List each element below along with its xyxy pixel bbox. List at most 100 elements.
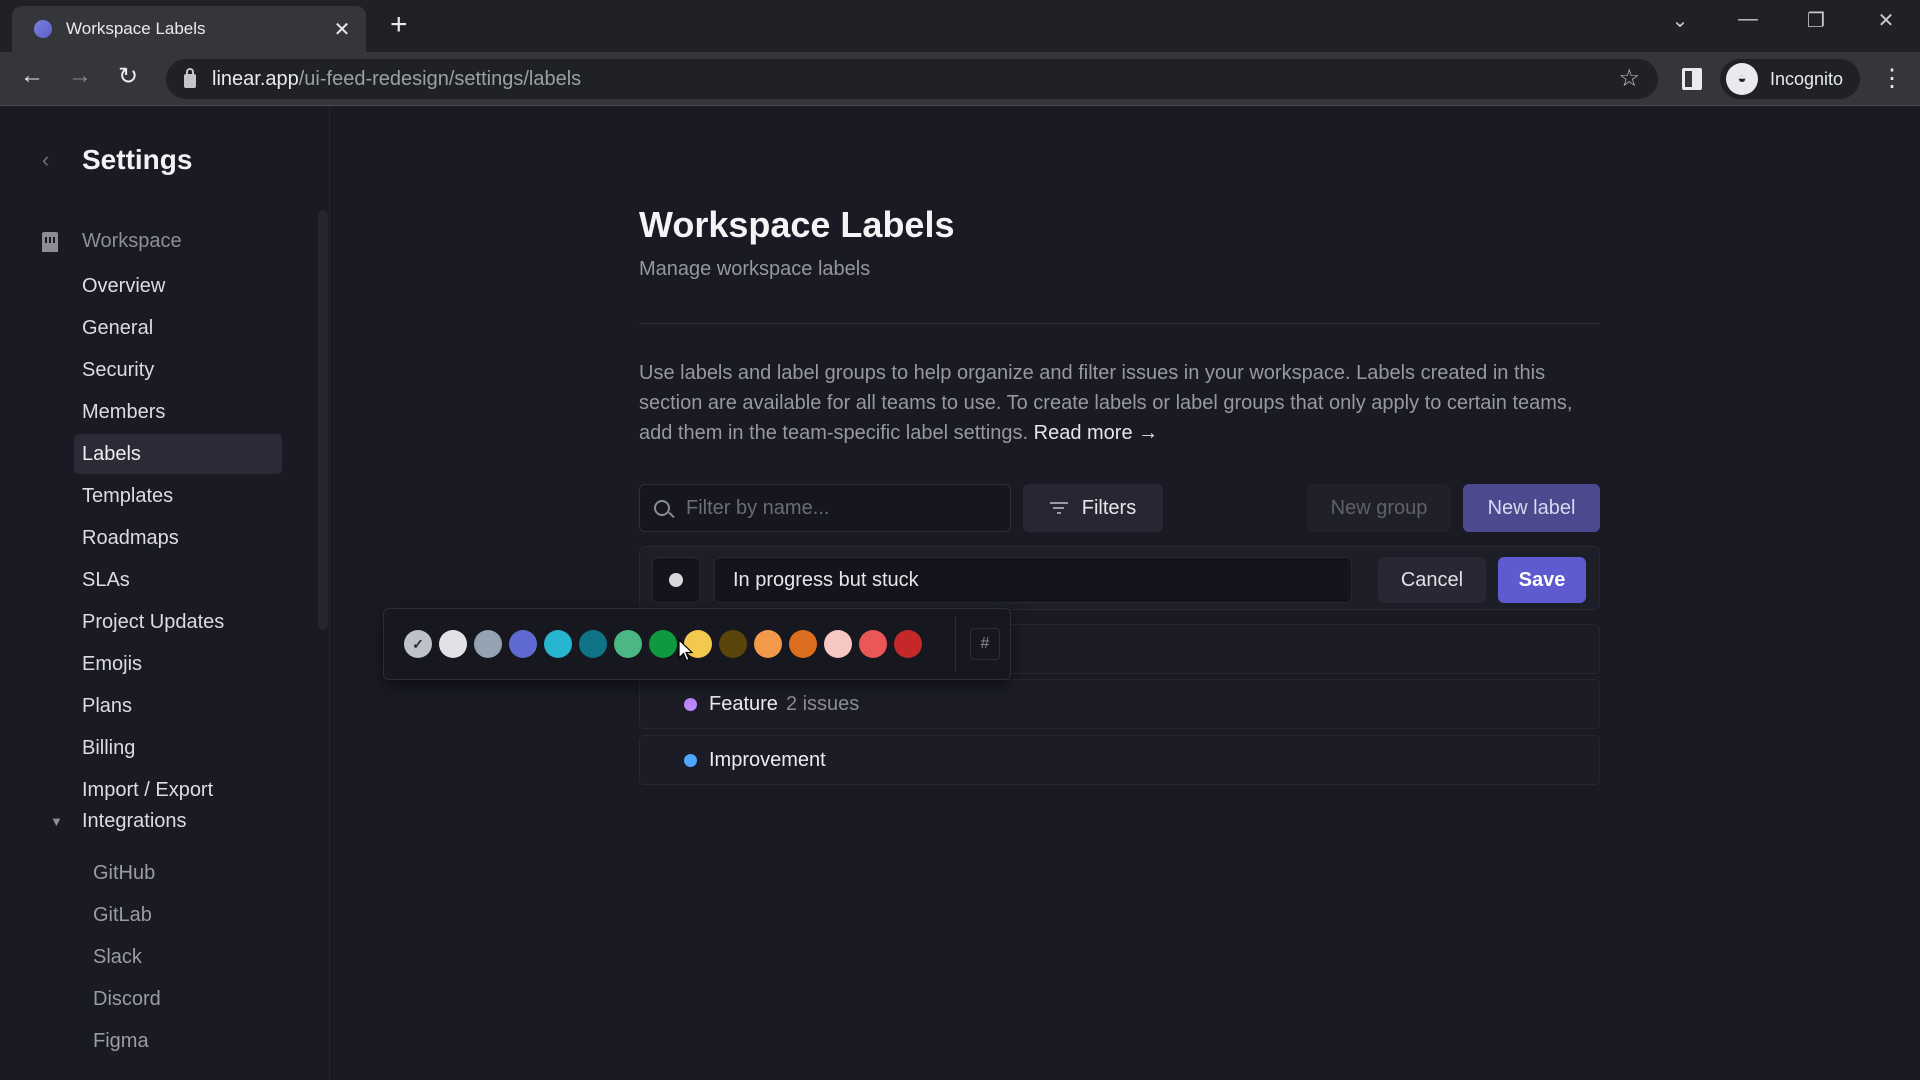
new-label-button[interactable]: New label [1463,484,1600,532]
integrations-list: GitHub GitLab Slack Discord Figma [93,852,161,1062]
filters-button[interactable]: Filters [1023,484,1163,532]
label-issue-count: 2 issues [785,692,860,715]
lock-icon[interactable] [184,68,196,88]
sidebar-item-slack[interactable]: Slack [93,936,161,978]
side-panel-icon[interactable] [1682,68,1702,90]
mouse-cursor-icon [678,639,694,662]
sidebar-item-slas[interactable]: SLAs [74,560,282,600]
sidebar-item-roadmaps[interactable]: Roadmaps [74,518,282,558]
back-icon[interactable]: ← [14,62,50,90]
browser-tab-active[interactable]: Workspace Labels ✕ [12,6,366,52]
integrations-toggle[interactable]: ▼ Integrations [50,810,187,833]
color-swatch[interactable] [439,630,467,658]
save-button[interactable]: Save [1498,557,1586,603]
label-row[interactable]: Feature 2 issues [639,679,1600,729]
linear-app: ‹ Settings Workspace Overview General Se… [0,106,1920,1080]
color-swatch[interactable] [474,630,502,658]
sidebar-item-plans[interactable]: Plans [74,686,282,726]
browser-toolbar: ← → ↻ linear.app/ui-feed-redesign/settin… [0,52,1920,106]
sidebar-item-github[interactable]: GitHub [93,852,161,894]
filter-by-name-input[interactable] [686,496,986,520]
labels-description: Use labels and label groups to help orga… [639,358,1600,448]
sidebar-item-labels[interactable]: Labels [74,434,282,474]
settings-header: ‹ Settings [42,144,192,176]
sidebar-item-gitlab[interactable]: GitLab [93,894,161,936]
filters-label: Filters [1081,496,1137,519]
new-label-edit-row: Cancel Save [639,546,1600,610]
search-icon [654,500,670,516]
color-swatch[interactable] [754,630,782,658]
integrations-label: Integrations [82,810,187,832]
color-picker-popover: ✓ # [383,608,1011,680]
minimize-icon[interactable]: — [1728,8,1768,31]
workspace-group-header: Workspace [42,230,182,253]
cancel-button[interactable]: Cancel [1378,557,1486,603]
settings-title: Settings [82,144,193,175]
color-swatch[interactable] [894,630,922,658]
color-swatch[interactable] [789,630,817,658]
page-title: Workspace Labels [639,204,955,245]
popover-separator [955,616,956,672]
color-swatch[interactable] [579,630,607,658]
color-swatch[interactable] [649,630,677,658]
filter-search-box[interactable] [639,484,1011,532]
color-swatch[interactable] [719,630,747,658]
color-swatch-selected[interactable]: ✓ [404,630,432,658]
new-group-button[interactable]: New group [1307,484,1451,532]
bookmark-star-icon[interactable]: ☆ [1618,64,1640,93]
label-color-dot [684,753,697,767]
settings-sidebar: ‹ Settings Workspace Overview General Se… [0,106,330,1080]
close-tab-icon[interactable]: ✕ [330,17,354,42]
tab-search-icon[interactable]: ⌄ [1660,8,1700,33]
color-swatch[interactable] [859,630,887,658]
custom-hex-color-button[interactable]: # [970,628,1000,660]
tab-title: Workspace Labels [66,19,206,38]
browser-menu-icon[interactable]: ⋮ [1880,64,1904,93]
building-icon [42,231,58,252]
restore-icon[interactable]: ❐ [1796,8,1836,33]
color-swatch[interactable] [509,630,537,658]
reload-icon[interactable]: ↻ [110,62,146,91]
incognito-icon: ◒ [1726,63,1758,95]
header-divider [639,323,1600,324]
sidebar-item-emojis[interactable]: Emojis [74,644,282,684]
url-host: linear.app [212,67,299,90]
forward-icon[interactable]: → [62,62,98,90]
label-row[interactable]: Improvement [639,735,1600,785]
color-swatch-list: ✓ [404,630,929,658]
workspace-nav-list: Overview General Security Members Labels… [74,266,282,812]
browser-tab-bar: Workspace Labels ✕ + ⌄ — ❐ ✕ [0,0,1920,52]
caret-down-icon: ▼ [50,814,63,829]
label-name-input[interactable] [714,557,1352,603]
sidebar-item-templates[interactable]: Templates [74,476,282,516]
sidebar-item-general[interactable]: General [74,308,282,348]
label-color-button[interactable] [652,557,700,603]
sidebar-item-security[interactable]: Security [74,350,282,390]
check-icon: ✓ [412,635,424,652]
close-window-icon[interactable]: ✕ [1866,8,1906,33]
page-subtitle: Manage workspace labels [639,258,871,280]
color-swatch[interactable] [614,630,642,658]
linear-favicon-icon [34,20,52,38]
url-path: /ui-feed-redesign/settings/labels [298,67,582,90]
label-name: Feature [709,692,778,715]
color-swatch[interactable] [824,630,852,658]
label-name: Improvement [709,748,826,771]
sidebar-item-project-updates[interactable]: Project Updates [74,602,282,642]
read-more-link[interactable]: Read more → [1034,422,1159,444]
address-bar[interactable]: linear.app/ui-feed-redesign/settings/lab… [166,59,1658,99]
sidebar-item-members[interactable]: Members [74,392,282,432]
back-chevron-icon[interactable]: ‹ [42,147,68,173]
labels-controls: Filters New group New label [639,484,1600,532]
incognito-profile-button[interactable]: ◒ Incognito [1720,59,1860,99]
selected-color-dot [669,573,683,587]
sidebar-item-overview[interactable]: Overview [74,266,282,306]
sidebar-scrollbar[interactable] [318,210,328,630]
new-tab-button[interactable]: + [390,10,408,40]
label-color-dot [684,697,697,711]
sidebar-item-discord[interactable]: Discord [93,978,161,1020]
sidebar-item-import-export[interactable]: Import / Export [74,770,282,810]
sidebar-item-billing[interactable]: Billing [74,728,282,768]
sidebar-item-figma[interactable]: Figma [93,1020,161,1062]
color-swatch[interactable] [544,630,572,658]
